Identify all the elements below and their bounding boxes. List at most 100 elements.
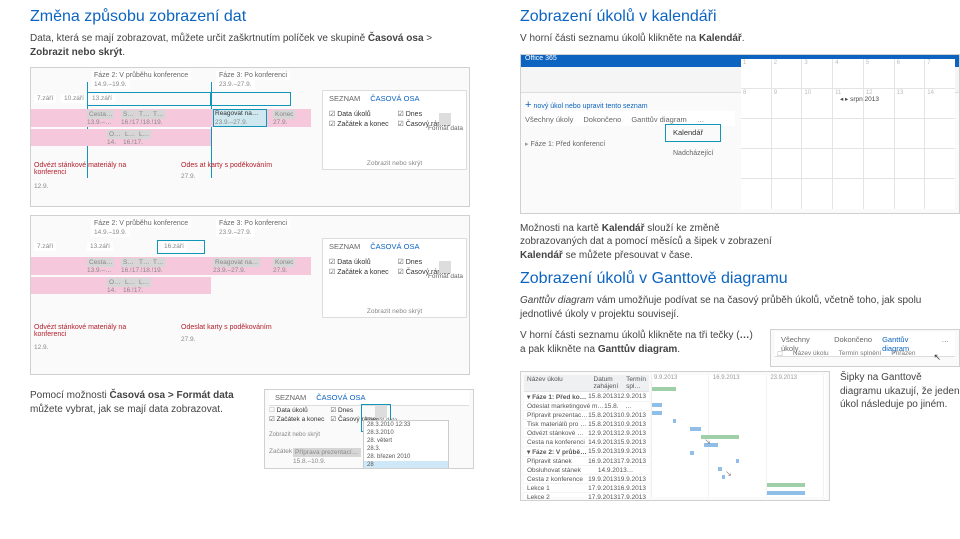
gantt-bar bbox=[673, 419, 676, 423]
cal-cell[interactable] bbox=[833, 149, 863, 178]
tab-seznam[interactable]: SEZNAM bbox=[329, 242, 360, 251]
format-dropdown[interactable]: 28.3.2010 12:33 28.3.2010 28. větert 28.… bbox=[363, 420, 449, 469]
gantt-row[interactable]: ▾ Fáze 1: Před konferencí15.8.201312.9.2… bbox=[524, 392, 649, 402]
option[interactable]: 28.3. bbox=[364, 445, 448, 453]
date-label: 7.září bbox=[34, 94, 56, 103]
chk-all[interactable] bbox=[777, 350, 783, 358]
gantt-row[interactable]: Tisk materiálů pro vlastní stánek15.8.20… bbox=[524, 420, 649, 429]
option[interactable]: 28. větert bbox=[364, 437, 448, 445]
chk-zacatek-konec[interactable]: Začátek a konec bbox=[329, 120, 392, 128]
cal-cell[interactable] bbox=[833, 119, 863, 148]
menu-kalendar[interactable]: Kalendář bbox=[673, 128, 703, 137]
cal-cell[interactable]: 4 bbox=[833, 59, 863, 88]
cal-cell[interactable] bbox=[833, 179, 863, 208]
screenshot-calendar: Office 365 + nový úkol nebo upravit tent… bbox=[520, 54, 960, 214]
reagovat-label: Reagovat na… bbox=[215, 110, 258, 117]
cal-cell[interactable]: 8 bbox=[741, 89, 771, 118]
cal-cell[interactable] bbox=[925, 149, 955, 178]
cal-cell[interactable] bbox=[741, 149, 771, 178]
cal-cell[interactable] bbox=[802, 149, 832, 178]
gantt-row[interactable]: Odeslat marketingové materiály15.8.… bbox=[524, 402, 649, 411]
gantt-row[interactable]: Připravit stánek16.9.201317.9.2013 bbox=[524, 457, 649, 466]
cal-cell[interactable]: 9 bbox=[772, 89, 802, 118]
tab-more[interactable]: … bbox=[697, 115, 705, 124]
bar-date: 13.9.–… bbox=[87, 267, 112, 274]
gantt-row[interactable]: Cesta na konferenci14.9.201315.9.2013 bbox=[524, 438, 649, 447]
cal-cell[interactable] bbox=[772, 179, 802, 208]
cal-cell[interactable]: 14 bbox=[925, 89, 955, 118]
cal-cell[interactable] bbox=[741, 179, 771, 208]
cal-cell[interactable] bbox=[895, 149, 925, 178]
menu-nadchazejici[interactable]: Nadcházející bbox=[673, 150, 713, 157]
chk-data-ukolu[interactable]: Data úkolů bbox=[329, 110, 392, 118]
gantt-row[interactable]: Připravit prezentace na stánku15.8.20131… bbox=[524, 411, 649, 420]
option[interactable]: 28. březen 2010 bbox=[364, 453, 448, 461]
gantt-instruction-row: V horní části seznamu úkolů klikněte na … bbox=[520, 329, 960, 367]
chk-zacatek-konec[interactable]: Začátek a konec bbox=[329, 268, 392, 276]
cal-cell[interactable] bbox=[772, 119, 802, 148]
cal-cell[interactable] bbox=[864, 119, 894, 148]
odvezt-date: 12.9. bbox=[34, 183, 48, 190]
tab-seznam[interactable]: SEZNAM bbox=[275, 393, 306, 402]
tab-gantt[interactable]: Ganttův diagram bbox=[631, 115, 686, 124]
cal-cell[interactable]: 3 bbox=[802, 59, 832, 88]
tab-dokonceno[interactable]: Dokončeno bbox=[583, 115, 621, 124]
cal-cell[interactable] bbox=[895, 119, 925, 148]
format-data-button[interactable]: Formát data bbox=[428, 261, 463, 280]
tab-seznam[interactable]: SEZNAM bbox=[329, 94, 360, 103]
bold-zobrazit-skryt: Zobrazit nebo skrýt bbox=[30, 47, 122, 58]
cal-cell[interactable]: 10 bbox=[802, 89, 832, 118]
body-calendar-options: Možnosti na kartě Kalendář slouží ke změ… bbox=[520, 222, 780, 263]
bar-cesta: Cesta… bbox=[87, 110, 114, 119]
day-col bbox=[767, 375, 824, 497]
cal-cell[interactable] bbox=[925, 179, 955, 208]
cal-cell[interactable] bbox=[895, 179, 925, 208]
gantt-row[interactable]: Cesta z konference19.9.201319.9.2013 bbox=[524, 475, 649, 484]
tab-vsechny[interactable]: Všechny úkoly bbox=[525, 115, 573, 124]
cal-cell[interactable]: 13 bbox=[895, 89, 925, 118]
cal-cell[interactable] bbox=[925, 119, 955, 148]
reagovat-dates: 23.9.–27.9. bbox=[215, 119, 248, 126]
mini-calendar[interactable]: 1234567 891011121314 bbox=[741, 59, 955, 209]
cal-cell[interactable] bbox=[741, 119, 771, 148]
gantt-row[interactable]: Lekce 117.9.201316.9.2013 bbox=[524, 484, 649, 493]
chk-data-ukolu[interactable]: Data úkolů bbox=[269, 406, 324, 414]
cal-cell[interactable]: 7 bbox=[925, 59, 955, 88]
option[interactable]: 28.3.2010 bbox=[364, 429, 448, 437]
chk-zacatek-konec[interactable]: Začátek a konec bbox=[269, 415, 324, 423]
gantt-row[interactable]: Obsluhovat stánek14.9.2013… bbox=[524, 466, 649, 475]
zacatek-label: Začátek bbox=[269, 448, 292, 455]
format-data-button[interactable]: Formát data bbox=[428, 113, 463, 132]
tab-casova-osa[interactable]: ČASOVÁ OSA bbox=[370, 94, 419, 103]
cal-cell[interactable] bbox=[802, 179, 832, 208]
screenshot-gantt: Název úkolu Datum zahájení Termín spl… ▾… bbox=[520, 371, 830, 501]
option-selected[interactable]: 28 bbox=[364, 461, 448, 469]
cal-cell[interactable]: 11 bbox=[833, 89, 863, 118]
gantt-row[interactable]: Lekce 217.9.201317.9.2013 bbox=[524, 493, 649, 501]
cal-cell[interactable]: 6 bbox=[895, 59, 925, 88]
cal-cell[interactable]: 12 bbox=[864, 89, 894, 118]
cal-cell[interactable]: 2 bbox=[772, 59, 802, 88]
gantt-table: Název úkolu Datum zahájení Termín spl… ▾… bbox=[524, 375, 649, 497]
chk-data-ukolu[interactable]: Data úkolů bbox=[329, 258, 392, 266]
option[interactable]: 28.3.2010 12:33 bbox=[364, 421, 448, 429]
label: nový úkol nebo upravit tento seznam bbox=[534, 103, 648, 110]
gantt-row[interactable]: Odvézt stánkové materiály na konfe12.9.2… bbox=[524, 429, 649, 438]
date-hdr: 9.9.2013 bbox=[654, 375, 677, 381]
new-task-link[interactable]: + nový úkol nebo upravit tento seznam bbox=[525, 99, 735, 111]
cal-cell[interactable] bbox=[864, 149, 894, 178]
cal-cell[interactable] bbox=[864, 179, 894, 208]
gantt-row[interactable]: ▾ Fáze 2: V průběhu konference15.9.20131… bbox=[524, 447, 649, 457]
cal-cell[interactable] bbox=[802, 119, 832, 148]
cal-cell[interactable]: 1 bbox=[741, 59, 771, 88]
reagovat-dates: 23.9.–27.9. bbox=[213, 267, 246, 274]
tab-casova-osa[interactable]: ČASOVÁ OSA bbox=[370, 242, 419, 251]
bar-o: O… bbox=[107, 278, 123, 287]
odes-date: 27.9. bbox=[181, 173, 195, 180]
body-gantt: Ganttův diagram vám umožňuje podívat se … bbox=[520, 294, 960, 321]
tab-casova-osa[interactable]: ČASOVÁ OSA bbox=[316, 393, 365, 402]
cal-cell[interactable]: 5 bbox=[864, 59, 894, 88]
cal-cell[interactable] bbox=[772, 149, 802, 178]
tab-more[interactable]: … bbox=[942, 335, 950, 353]
f1-label[interactable]: Fáze 1: Před konferencí bbox=[530, 141, 605, 148]
